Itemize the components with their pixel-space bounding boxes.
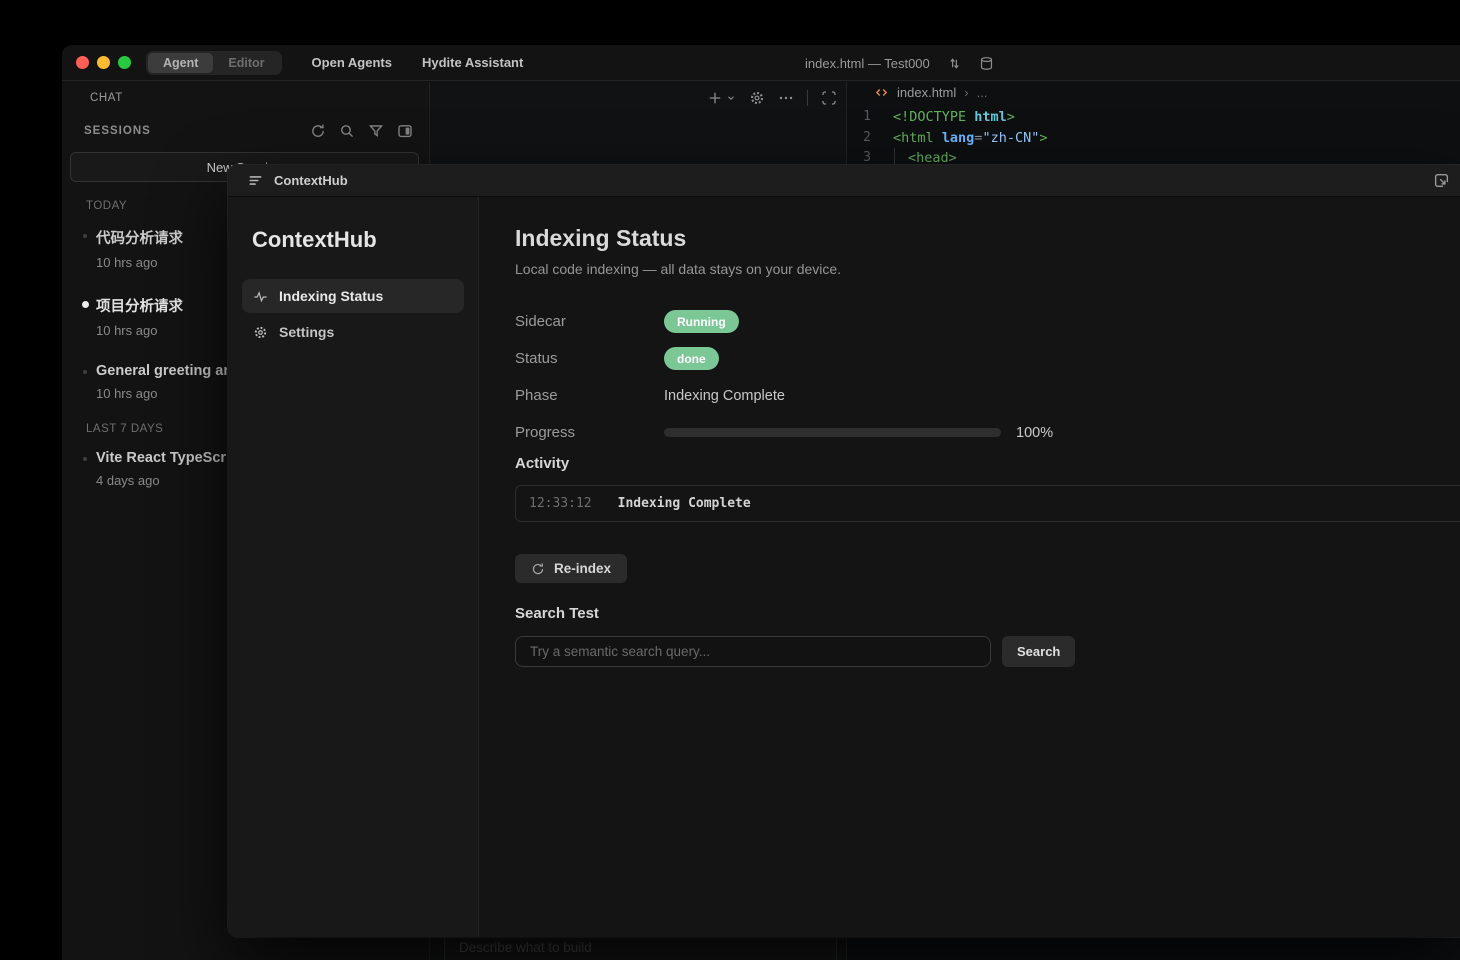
session-dot-icon <box>83 457 87 461</box>
progress-bar <box>664 428 1001 437</box>
toggle-panel-icon[interactable] <box>397 123 413 139</box>
breadcrumb-more: ... <box>977 85 988 100</box>
progress-percentage: 100% <box>1016 425 1053 441</box>
more-options-icon[interactable] <box>778 90 794 106</box>
row-label: Status <box>515 350 664 367</box>
zoom-window-button[interactable] <box>118 56 131 69</box>
session-dot-icon <box>83 370 87 374</box>
tab-agent[interactable]: Agent <box>148 53 213 73</box>
nav-label: Settings <box>279 324 334 340</box>
contexthub-window: ContextHub ContextHub Indexing Status <box>228 165 1460 937</box>
sidecar-row: Sidecar Running <box>515 303 1460 340</box>
phase-row: Phase Indexing Complete <box>515 377 1460 414</box>
row-label: Progress <box>515 424 664 441</box>
log-timestamp: 12:33:12 <box>529 496 592 511</box>
progress-row: Progress 100% <box>515 414 1460 451</box>
filter-icon[interactable] <box>368 123 384 139</box>
indexing-status-panel: Indexing Status Local code indexing — al… <box>479 197 1460 937</box>
page-subtitle: Local code indexing — all data stays on … <box>515 261 1460 277</box>
code-line: 1 <!DOCTYPE html> <box>847 107 1460 128</box>
gear-icon <box>253 325 268 340</box>
activity-heading: Activity <box>515 455 1460 472</box>
traffic-lights <box>76 56 131 69</box>
log-message: Indexing Complete <box>618 496 751 511</box>
code-file-icon <box>874 85 889 100</box>
row-label: Phase <box>515 387 664 404</box>
minimize-window-button[interactable] <box>97 56 110 69</box>
breadcrumb-separator: › <box>964 85 968 100</box>
contexthub-titlebar: ContextHub <box>228 165 1460 197</box>
mode-segmented-control: Agent Editor <box>146 51 282 75</box>
nav-indexing-status[interactable]: Indexing Status <box>242 279 464 313</box>
window-title: index.html — Test000 <box>805 56 930 71</box>
code-content: 1 <!DOCTYPE html> 2 <html lang="zh-CN"> … <box>847 107 1460 169</box>
reindex-label: Re-index <box>554 561 611 576</box>
chat-panel-title: CHAT <box>90 92 123 104</box>
refresh-sessions-icon[interactable] <box>310 123 326 139</box>
database-icon[interactable] <box>979 56 994 71</box>
phase-value: Indexing Complete <box>664 388 785 404</box>
breadcrumb-file: index.html <box>897 85 956 100</box>
code-line: 2 <html lang="zh-CN"> <box>847 128 1460 149</box>
tab-editor[interactable]: Editor <box>213 53 279 73</box>
contexthub-sidebar: ContextHub Indexing Status <box>228 197 479 937</box>
activity-log: 12:33:12 Indexing Complete <box>515 485 1460 522</box>
refresh-icon <box>531 562 545 576</box>
session-dot-icon <box>82 301 89 308</box>
row-label: Sidecar <box>515 313 664 330</box>
app-titlebar: Agent Editor Open Agents Hydite Assistan… <box>62 45 1460 81</box>
session-dot-icon <box>83 234 87 238</box>
page-title: Indexing Status <box>515 225 1460 252</box>
contexthub-brand: ContextHub <box>252 227 478 253</box>
breadcrumb[interactable]: index.html › ... <box>874 85 987 100</box>
toolbar-divider <box>807 90 808 106</box>
semantic-search-input[interactable] <box>515 636 991 667</box>
index-status-badge: done <box>664 347 719 370</box>
sync-icon[interactable] <box>947 56 962 71</box>
status-row: Status done <box>515 340 1460 377</box>
popout-icon[interactable] <box>1433 172 1450 189</box>
list-icon <box>248 173 263 188</box>
search-button[interactable]: Search <box>1002 636 1075 667</box>
nav-label: Indexing Status <box>279 288 383 304</box>
composer-input[interactable] <box>459 940 822 955</box>
search-sessions-icon[interactable] <box>339 123 355 139</box>
chevron-down-icon <box>726 93 736 103</box>
gear-icon[interactable] <box>749 90 765 106</box>
contexthub-title: ContextHub <box>274 173 348 188</box>
pulse-icon <box>253 289 268 304</box>
menu-hydite-assistant[interactable]: Hydite Assistant <box>422 55 523 70</box>
reindex-button[interactable]: Re-index <box>515 554 627 583</box>
line-number: 1 <box>847 107 893 128</box>
line-number: 2 <box>847 128 893 149</box>
close-window-button[interactable] <box>76 56 89 69</box>
new-chat-icon[interactable] <box>707 90 736 106</box>
search-test-heading: Search Test <box>515 605 1460 622</box>
menu-open-agents[interactable]: Open Agents <box>312 55 392 70</box>
sidecar-status-badge: Running <box>664 310 739 333</box>
expand-icon[interactable] <box>821 90 837 106</box>
nav-settings[interactable]: Settings <box>242 315 464 349</box>
sessions-header: SESSIONS <box>84 125 151 137</box>
